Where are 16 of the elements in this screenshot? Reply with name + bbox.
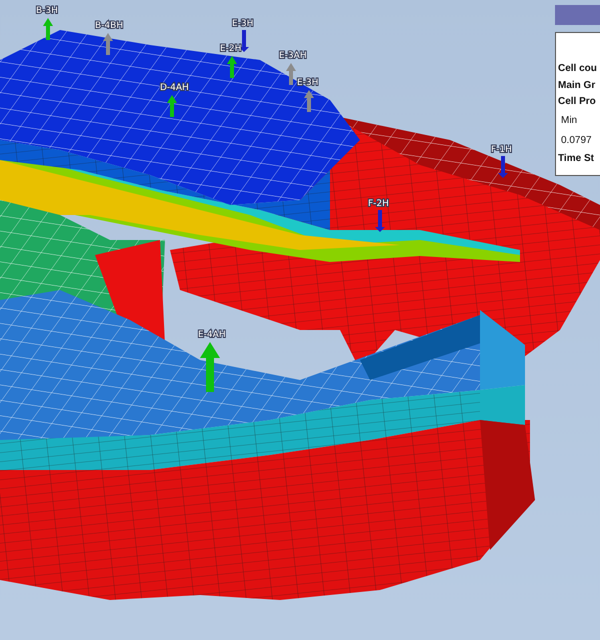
info-text: Time St — [558, 152, 595, 166]
well-label: E-4AH — [198, 330, 226, 340]
info-text: Min — [560, 114, 578, 128]
well-label: E-2H — [220, 44, 242, 54]
well-label: E-3AH — [279, 51, 307, 61]
well-label: F-2H — [368, 199, 389, 209]
info-text: Main Gr — [558, 78, 596, 92]
well-label: E-3H — [232, 19, 254, 29]
well-label: B-3H — [36, 6, 58, 16]
well-label: E-3H — [297, 78, 318, 88]
info-text: 0.0797 — [560, 134, 593, 148]
info-text: Cell cou — [558, 62, 598, 76]
panel-header — [555, 5, 600, 25]
info-text: Cell Pro — [558, 95, 597, 109]
well-label: F-1H — [491, 145, 512, 155]
well-label: B-4BH — [95, 21, 124, 31]
